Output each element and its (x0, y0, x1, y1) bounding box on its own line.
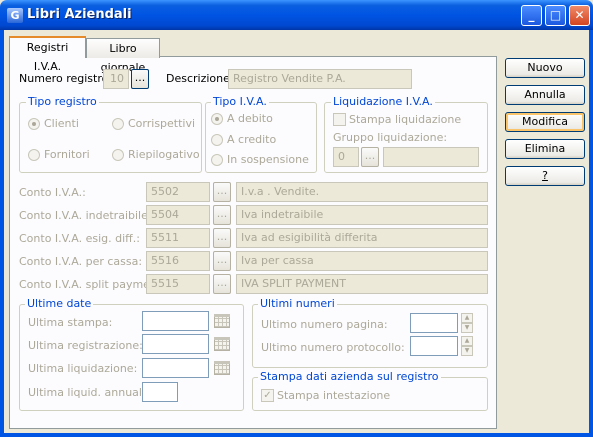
conto-iva-per-cassa-label: Conto I.V.A. per cassa: (19, 255, 143, 268)
conto-iva-indetraibile-desc: Iva indetraibile (236, 205, 488, 225)
help-label: ? (542, 169, 548, 182)
conto-iva-esig-diff-code[interactable]: 5511 (146, 228, 210, 248)
conto-iva-label: Conto I.V.A.: (19, 186, 86, 199)
ultime-date-legend: Ultime date (25, 297, 94, 310)
ultima-stampa-label: Ultima stampa: (28, 316, 113, 329)
window-frame-right (589, 30, 593, 437)
in-sospensione-radio[interactable] (211, 154, 223, 166)
ultima-liquidazione-field[interactable] (142, 358, 209, 378)
conto-iva-esig-diff-lookup-button[interactable]: ... (213, 228, 231, 248)
ultima-liquid-annuale-label: Ultima liquid. annuale: (28, 386, 153, 399)
ultima-registrazione-label: Ultima registrazione: (28, 339, 143, 352)
conto-iva-esig-diff-label: Conto I.V.A. esig. diff.: (19, 232, 140, 245)
spin-down-icon[interactable]: ▼ (461, 346, 473, 356)
gruppo-liquidazione-field[interactable]: 0 (333, 147, 359, 167)
window-title: Libri Aziendali (27, 7, 132, 22)
window-frame-left (0, 30, 4, 437)
modifica-label: Modifica (522, 115, 568, 128)
conto-iva-lookup-button[interactable]: ... (213, 182, 231, 202)
spin-down-icon[interactable]: ▼ (461, 323, 473, 333)
ultimo-numero-pagina-field[interactable] (410, 313, 458, 333)
tipo-iva-legend: Tipo I.V.A. (211, 95, 269, 108)
conto-iva-indetraibile-label: Conto I.V.A. indetraibile: (19, 209, 152, 222)
spin-up-icon[interactable]: ▲ (461, 313, 473, 323)
a-credito-radio[interactable] (211, 134, 223, 146)
conto-iva-per-cassa-code[interactable]: 5516 (146, 251, 210, 271)
numero-registro-lookup-button[interactable]: ... (131, 69, 149, 89)
stampa-liquidazione-checkbox[interactable] (333, 113, 346, 126)
ultima-stampa-field[interactable] (142, 311, 209, 331)
annulla-button[interactable]: Annulla (505, 85, 585, 105)
elimina-label: Elimina (524, 142, 566, 155)
window-frame-bottom (0, 433, 593, 437)
stampa-dati-legend: Stampa dati azienda sul registro (258, 370, 441, 383)
fornitori-radio[interactable] (28, 149, 40, 161)
conto-iva-split-payment-label: Conto I.V.A. split payment: (19, 278, 165, 291)
nuovo-button[interactable]: Nuovo (505, 58, 585, 78)
ultimo-numero-protocollo-field[interactable] (410, 336, 458, 356)
corrispettivi-label: Corrispettivi (128, 117, 196, 130)
conto-iva-split-payment-code[interactable]: 5515 (146, 274, 210, 294)
conto-iva-code[interactable]: 5502 (146, 182, 210, 202)
fornitori-label: Fornitori (44, 148, 90, 161)
minimize-button[interactable]: _ (521, 5, 542, 26)
conto-iva-per-cassa-desc: Iva per cassa (236, 251, 488, 271)
ultimo-numero-pagina-spinner[interactable]: ▲ ▼ (461, 313, 473, 333)
stampa-liquidazione-label: Stampa liquidazione (349, 113, 462, 126)
riepilogativo-label: Riepilogativo (128, 148, 200, 161)
numero-registro-field[interactable]: 10 (103, 69, 129, 89)
maximize-button[interactable]: □ (545, 5, 566, 26)
descrizione-field[interactable]: Registro Vendite P.A. (228, 69, 412, 89)
gruppo-liquidazione-lookup-button[interactable]: ... (361, 147, 379, 167)
ultima-liquid-annuale-field[interactable] (142, 382, 178, 402)
elimina-button[interactable]: Elimina (505, 139, 585, 159)
ultima-liquidazione-calendar-icon[interactable] (214, 361, 230, 375)
close-button[interactable]: ✕ (569, 5, 590, 26)
gruppo-liquidazione-desc (383, 147, 479, 167)
nuovo-label: Nuovo (527, 61, 563, 74)
numero-registro-label: Numero registro: (19, 72, 113, 85)
ultima-liquidazione-label: Ultima liquidazione: (28, 362, 138, 375)
ultima-registrazione-field[interactable] (142, 334, 209, 354)
clienti-label: Clienti (44, 117, 79, 130)
tab-registri-iva[interactable]: Registri I.V.A. (9, 36, 86, 73)
a-debito-radio[interactable] (211, 113, 223, 125)
clienti-radio[interactable] (28, 118, 40, 130)
a-credito-label: A credito (227, 133, 277, 146)
gruppo-liquidazione-label: Gruppo liquidazione: (333, 131, 448, 144)
ultimi-numeri-legend: Ultimi numeri (258, 297, 337, 310)
stampa-intestazione-label: Stampa intestazione (277, 389, 391, 402)
descrizione-label: Descrizione: (166, 72, 234, 85)
conto-iva-split-payment-lookup-button[interactable]: ... (213, 274, 231, 294)
annulla-label: Annulla (524, 88, 566, 101)
tab-libro-giornale[interactable]: Libro giornale (86, 38, 160, 74)
riepilogativo-radio[interactable] (112, 149, 124, 161)
conto-iva-indetraibile-code[interactable]: 5504 (146, 205, 210, 225)
ultima-registrazione-calendar-icon[interactable] (214, 337, 230, 351)
tipo-registro-legend: Tipo registro (26, 95, 99, 108)
ultimo-numero-protocollo-spinner[interactable]: ▲ ▼ (461, 336, 473, 356)
conto-iva-per-cassa-lookup-button[interactable]: ... (213, 251, 231, 271)
conto-iva-indetraibile-lookup-button[interactable]: ... (213, 205, 231, 225)
a-debito-label: A debito (227, 112, 273, 125)
conto-iva-desc: I.v.a . Vendite. (236, 182, 488, 202)
help-button[interactable]: ? (505, 166, 585, 186)
in-sospensione-label: In sospensione (227, 153, 309, 166)
conto-iva-split-payment-desc: IVA SPLIT PAYMENT (236, 274, 488, 294)
liquidazione-legend: Liquidazione I.V.A. (331, 95, 435, 108)
spin-up-icon[interactable]: ▲ (461, 336, 473, 346)
modifica-button[interactable]: Modifica (505, 112, 585, 132)
stampa-intestazione-checkbox[interactable]: ✓ (261, 389, 274, 402)
app-icon: G (7, 8, 23, 23)
ultima-stampa-calendar-icon[interactable] (214, 314, 230, 328)
tipo-registro-group (19, 102, 202, 173)
ultimo-numero-protocollo-label: Ultimo numero protocollo: (261, 341, 405, 354)
ultimo-numero-pagina-label: Ultimo numero pagina: (261, 318, 388, 331)
conto-iva-esig-diff-desc: Iva ad esigibilità differita (236, 228, 488, 248)
corrispettivi-radio[interactable] (112, 118, 124, 130)
